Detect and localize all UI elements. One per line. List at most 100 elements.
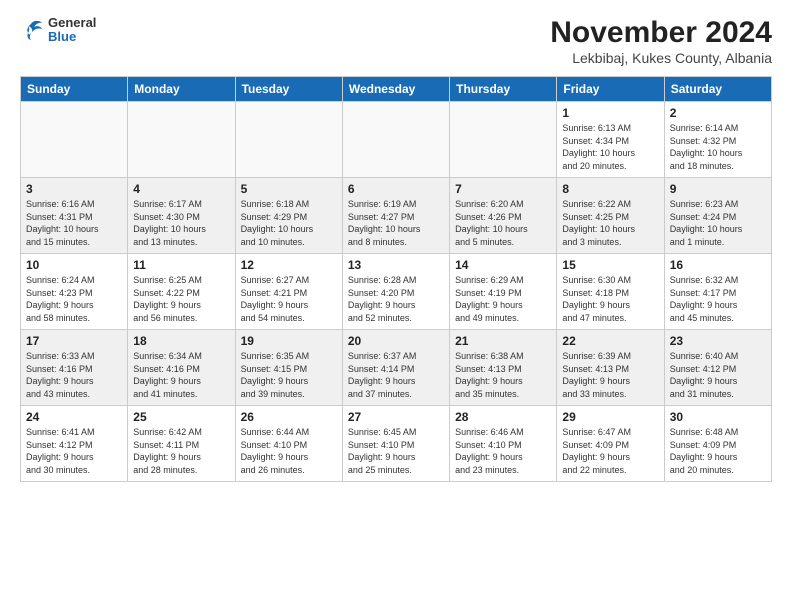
day-number: 18 — [133, 334, 229, 348]
calendar-day-cell: 3 Sunrise: 6:16 AM Sunset: 4:31 PM Daylig… — [21, 178, 128, 254]
day-info: Sunrise: 6:47 AM Sunset: 4:09 PM Dayligh… — [562, 426, 658, 476]
day-info: Sunrise: 6:34 AM Sunset: 4:16 PM Dayligh… — [133, 350, 229, 400]
day-number: 3 — [26, 182, 122, 196]
day-info: Sunrise: 6:48 AM Sunset: 4:09 PM Dayligh… — [670, 426, 766, 476]
calendar-day-cell: 30 Sunrise: 6:48 AM Sunset: 4:09 PM Dayli… — [664, 406, 771, 482]
calendar-day-cell: 11 Sunrise: 6:25 AM Sunset: 4:22 PM Dayli… — [128, 254, 235, 330]
calendar-day-cell: 24 Sunrise: 6:41 AM Sunset: 4:12 PM Dayli… — [21, 406, 128, 482]
day-number: 15 — [562, 258, 658, 272]
calendar-day-cell: 2 Sunrise: 6:14 AM Sunset: 4:32 PM Daylig… — [664, 102, 771, 178]
day-number: 6 — [348, 182, 444, 196]
day-number: 11 — [133, 258, 229, 272]
page: General Blue November 2024 Lekbibaj, Kuk… — [0, 0, 792, 612]
logo-text: General Blue — [48, 16, 96, 45]
day-number: 5 — [241, 182, 337, 196]
logo: General Blue — [20, 16, 96, 45]
calendar-day-cell: 21Sunrise: 6:38 AM Sunset: 4:13 PM Dayli… — [450, 330, 557, 406]
calendar-day-cell — [342, 102, 449, 178]
calendar-week-row: 24 Sunrise: 6:41 AM Sunset: 4:12 PM Dayli… — [21, 406, 772, 482]
calendar-day-cell: 20Sunrise: 6:37 AM Sunset: 4:14 PM Dayli… — [342, 330, 449, 406]
calendar-day-cell: 23 Sunrise: 6:40 AM Sunset: 4:12 PM Dayli… — [664, 330, 771, 406]
day-number: 28 — [455, 410, 551, 424]
weekday-header: Friday — [557, 77, 664, 102]
day-number: 30 — [670, 410, 766, 424]
day-number: 22 — [562, 334, 658, 348]
day-info: Sunrise: 6:28 AM Sunset: 4:20 PM Dayligh… — [348, 274, 444, 324]
day-info: Sunrise: 6:27 AM Sunset: 4:21 PM Dayligh… — [241, 274, 337, 324]
day-info: Sunrise: 6:25 AM Sunset: 4:22 PM Dayligh… — [133, 274, 229, 324]
calendar-day-cell: 22 Sunrise: 6:39 AM Sunset: 4:13 PM Dayli… — [557, 330, 664, 406]
day-number: 23 — [670, 334, 766, 348]
day-number: 9 — [670, 182, 766, 196]
day-number: 2 — [670, 106, 766, 120]
day-number: 24 — [26, 410, 122, 424]
day-info: Sunrise: 6:39 AM Sunset: 4:13 PM Dayligh… — [562, 350, 658, 400]
calendar-day-cell: 1 Sunrise: 6:13 AM Sunset: 4:34 PM Daylig… — [557, 102, 664, 178]
day-info: Sunrise: 6:33 AM Sunset: 4:16 PM Dayligh… — [26, 350, 122, 400]
day-info: Sunrise: 6:35 AM Sunset: 4:15 PM Dayligh… — [241, 350, 337, 400]
calendar-day-cell: 8Sunrise: 6:22 AM Sunset: 4:25 PM Daylig… — [557, 178, 664, 254]
day-info: Sunrise: 6:23 AM Sunset: 4:24 PM Dayligh… — [670, 198, 766, 248]
day-info: Sunrise: 6:41 AM Sunset: 4:12 PM Dayligh… — [26, 426, 122, 476]
calendar-day-cell — [21, 102, 128, 178]
day-info: Sunrise: 6:46 AM Sunset: 4:10 PM Dayligh… — [455, 426, 551, 476]
calendar-day-cell: 7 Sunrise: 6:20 AM Sunset: 4:26 PM Daylig… — [450, 178, 557, 254]
day-number: 17 — [26, 334, 122, 348]
weekday-header: Sunday — [21, 77, 128, 102]
calendar-day-cell: 28 Sunrise: 6:46 AM Sunset: 4:10 PM Dayli… — [450, 406, 557, 482]
day-number: 27 — [348, 410, 444, 424]
day-info: Sunrise: 6:29 AM Sunset: 4:19 PM Dayligh… — [455, 274, 551, 324]
calendar-day-cell: 15 Sunrise: 6:30 AM Sunset: 4:18 PM Dayli… — [557, 254, 664, 330]
day-info: Sunrise: 6:44 AM Sunset: 4:10 PM Dayligh… — [241, 426, 337, 476]
day-info: Sunrise: 6:30 AM Sunset: 4:18 PM Dayligh… — [562, 274, 658, 324]
calendar-day-cell: 26Sunrise: 6:44 AM Sunset: 4:10 PM Dayli… — [235, 406, 342, 482]
calendar-week-row: 3 Sunrise: 6:16 AM Sunset: 4:31 PM Daylig… — [21, 178, 772, 254]
calendar-week-row: 17 Sunrise: 6:33 AM Sunset: 4:16 PM Dayli… — [21, 330, 772, 406]
calendar-day-cell: 27 Sunrise: 6:45 AM Sunset: 4:10 PM Dayli… — [342, 406, 449, 482]
calendar-week-row: 10 Sunrise: 6:24 AM Sunset: 4:23 PM Dayli… — [21, 254, 772, 330]
day-number: 10 — [26, 258, 122, 272]
calendar-body: 1 Sunrise: 6:13 AM Sunset: 4:34 PM Daylig… — [21, 102, 772, 482]
weekday-header: Saturday — [664, 77, 771, 102]
calendar-day-cell: 5Sunrise: 6:18 AM Sunset: 4:29 PM Daylig… — [235, 178, 342, 254]
day-number: 4 — [133, 182, 229, 196]
day-number: 8 — [562, 182, 658, 196]
calendar-day-cell: 9 Sunrise: 6:23 AM Sunset: 4:24 PM Daylig… — [664, 178, 771, 254]
calendar-day-cell: 12 Sunrise: 6:27 AM Sunset: 4:21 PM Dayli… — [235, 254, 342, 330]
calendar-title: November 2024 — [550, 16, 772, 50]
calendar-day-cell: 4 Sunrise: 6:17 AM Sunset: 4:30 PM Daylig… — [128, 178, 235, 254]
day-number: 1 — [562, 106, 658, 120]
logo-general: General — [48, 16, 96, 30]
day-info: Sunrise: 6:24 AM Sunset: 4:23 PM Dayligh… — [26, 274, 122, 324]
calendar-day-cell: 13 Sunrise: 6:28 AM Sunset: 4:20 PM Dayli… — [342, 254, 449, 330]
calendar-day-cell: 14 Sunrise: 6:29 AM Sunset: 4:19 PM Dayli… — [450, 254, 557, 330]
weekday-header: Wednesday — [342, 77, 449, 102]
day-info: Sunrise: 6:42 AM Sunset: 4:11 PM Dayligh… — [133, 426, 229, 476]
day-number: 19 — [241, 334, 337, 348]
day-info: Sunrise: 6:45 AM Sunset: 4:10 PM Dayligh… — [348, 426, 444, 476]
weekday-header: Thursday — [450, 77, 557, 102]
day-info: Sunrise: 6:32 AM Sunset: 4:17 PM Dayligh… — [670, 274, 766, 324]
day-number: 13 — [348, 258, 444, 272]
calendar-day-cell: 18 Sunrise: 6:34 AM Sunset: 4:16 PM Dayli… — [128, 330, 235, 406]
calendar-header: SundayMondayTuesdayWednesdayThursdayFrid… — [21, 77, 772, 102]
day-number: 29 — [562, 410, 658, 424]
day-info: Sunrise: 6:16 AM Sunset: 4:31 PM Dayligh… — [26, 198, 122, 248]
calendar-week-row: 1 Sunrise: 6:13 AM Sunset: 4:34 PM Daylig… — [21, 102, 772, 178]
calendar-day-cell: 19 Sunrise: 6:35 AM Sunset: 4:15 PM Dayli… — [235, 330, 342, 406]
day-info: Sunrise: 6:38 AM Sunset: 4:13 PM Dayligh… — [455, 350, 551, 400]
day-info: Sunrise: 6:13 AM Sunset: 4:34 PM Dayligh… — [562, 122, 658, 172]
day-info: Sunrise: 6:14 AM Sunset: 4:32 PM Dayligh… — [670, 122, 766, 172]
day-info: Sunrise: 6:20 AM Sunset: 4:26 PM Dayligh… — [455, 198, 551, 248]
day-info: Sunrise: 6:17 AM Sunset: 4:30 PM Dayligh… — [133, 198, 229, 248]
day-info: Sunrise: 6:19 AM Sunset: 4:27 PM Dayligh… — [348, 198, 444, 248]
day-info: Sunrise: 6:40 AM Sunset: 4:12 PM Dayligh… — [670, 350, 766, 400]
calendar-day-cell: 10 Sunrise: 6:24 AM Sunset: 4:23 PM Dayli… — [21, 254, 128, 330]
calendar-day-cell: 16 Sunrise: 6:32 AM Sunset: 4:17 PM Dayli… — [664, 254, 771, 330]
calendar-day-cell: 29 Sunrise: 6:47 AM Sunset: 4:09 PM Dayli… — [557, 406, 664, 482]
day-number: 7 — [455, 182, 551, 196]
day-number: 12 — [241, 258, 337, 272]
calendar-day-cell: 17 Sunrise: 6:33 AM Sunset: 4:16 PM Dayli… — [21, 330, 128, 406]
day-number: 14 — [455, 258, 551, 272]
day-number: 16 — [670, 258, 766, 272]
